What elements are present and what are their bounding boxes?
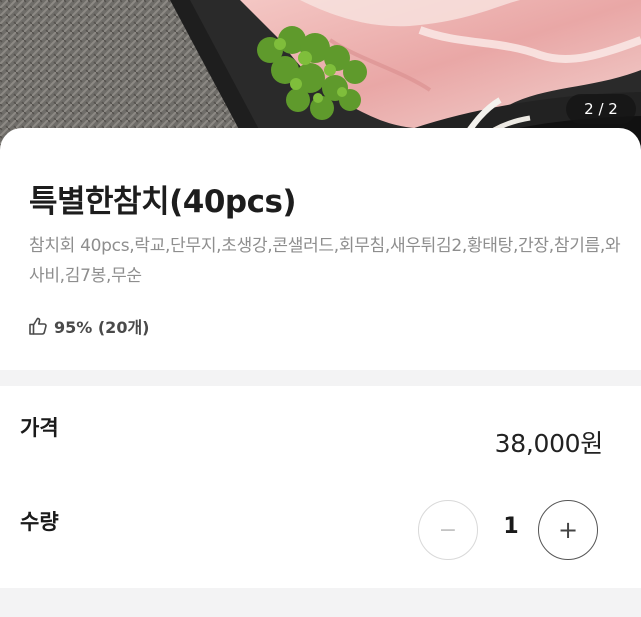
- thumbs-up-icon: [29, 317, 47, 335]
- decrease-quantity-button[interactable]: −: [418, 500, 478, 560]
- bottom-divider: [0, 588, 641, 617]
- section-divider: [0, 370, 641, 386]
- rating-text: 95% (20개): [54, 318, 150, 337]
- quantity-value: 1: [503, 514, 519, 539]
- image-page-indicator: 2 / 2: [566, 94, 636, 124]
- increase-quantity-button[interactable]: +: [538, 500, 598, 560]
- quantity-label: 수량: [20, 510, 59, 534]
- plus-icon: +: [557, 516, 579, 544]
- minus-icon: −: [438, 517, 458, 543]
- product-title: 특별한참치(40pcs): [29, 184, 297, 220]
- product-description: 참치회 40pcs,락교,단무지,초생강,콘샐러드,회무침,새우튀김2,황태탕,…: [29, 236, 621, 286]
- price-label: 가격: [20, 416, 59, 440]
- rating: 95% (20개): [28, 314, 149, 338]
- price-value: 38,000원: [494, 429, 604, 458]
